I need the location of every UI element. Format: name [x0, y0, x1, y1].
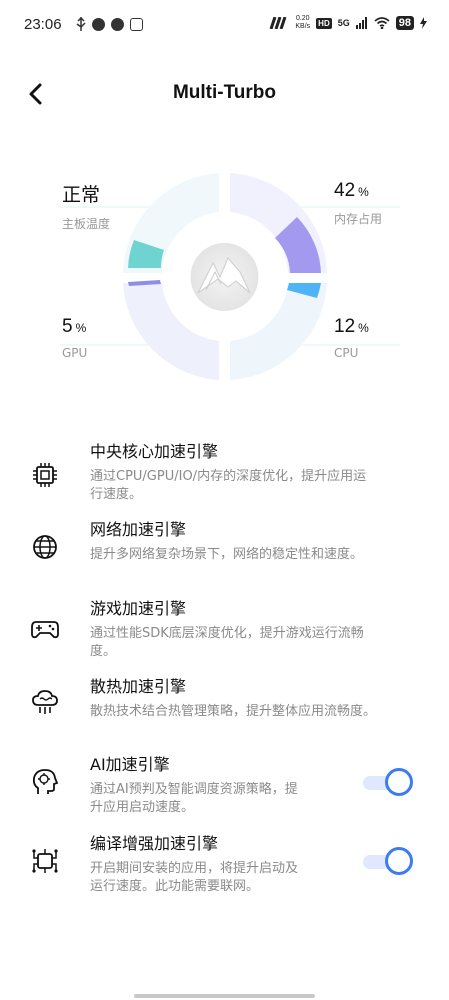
engine-title: AI加速引擎	[90, 755, 170, 774]
engine-desc-line: 行速度。	[90, 487, 143, 502]
gpu-label: GPU	[62, 346, 88, 360]
compile-icon	[32, 849, 58, 873]
net-speed-unit: KB/s	[295, 23, 311, 30]
memory-label: 内存占用	[334, 212, 383, 226]
engine-description: 通过性能SDK底层深度优化，提升游戏运行流畅 度。	[90, 625, 364, 661]
charging-icon	[420, 17, 427, 29]
net-speed: 0.20 KB/s	[295, 15, 310, 31]
board-temp-stat: 正常 主板温度	[62, 180, 110, 232]
signal-bars-icon	[269, 17, 287, 29]
cpu-number: 12	[334, 316, 356, 337]
home-indicator[interactable]	[134, 994, 315, 998]
performance-gauge: 正常 主板温度 42% 内存占用 5% GPU 12% CPU	[0, 160, 449, 390]
ai-engine-toggle[interactable]	[363, 768, 413, 796]
engine-description: 提升多网络复杂场景下，网络的稳定性和速度。	[90, 546, 363, 564]
engine-title: 游戏加速引擎	[90, 599, 187, 618]
compass-icon	[111, 17, 124, 31]
engine-desc-line: 散热技术结合热管理策略，提升整体应用流畅度。	[90, 704, 377, 719]
gpu-stat: 5% GPU	[62, 316, 87, 360]
engine-desc-line: 运行速度。此功能需要联网。	[90, 879, 260, 894]
engine-desc-line: 升应用启动速度。	[90, 800, 195, 815]
memory-value: 42%	[334, 180, 382, 202]
memory-stat: 42% 内存占用	[334, 180, 382, 227]
battery-level: 98	[395, 16, 414, 30]
cpu-chip-icon	[33, 463, 57, 487]
compile-engine-toggle[interactable]	[363, 847, 413, 875]
engine-description: 通过CPU/GPU/IO/内存的深度优化，提升应用运 行速度。	[90, 468, 366, 504]
memory-number: 42	[334, 180, 356, 201]
gpu-number: 5	[62, 316, 73, 337]
engine-title: 网络加速引擎	[90, 520, 187, 539]
gpu-value: 5%	[62, 316, 87, 338]
engine-title: 散热加速引擎	[90, 677, 187, 696]
net-speed-value: 0.20	[295, 15, 310, 22]
gpu-unit: %	[75, 321, 87, 335]
globe-icon	[33, 535, 57, 559]
engine-description: 开启期间安装的应用，将提升启动及 运行速度。此功能需要联网。	[90, 860, 298, 896]
message-icon	[92, 17, 105, 31]
cloud-heat-icon	[32, 690, 58, 714]
engine-desc-line: 度。	[90, 644, 117, 659]
app-icon	[130, 17, 143, 31]
engine-title: 编译增强加速引擎	[90, 834, 219, 853]
status-notification-icons	[76, 17, 143, 31]
ai-head-icon	[32, 769, 59, 794]
engine-desc-line: 通过AI预判及智能调度资源策略，提	[90, 782, 298, 797]
cpu-value: 12%	[334, 316, 369, 338]
page-title: Multi-Turbo	[172, 82, 277, 103]
status-bar: 23:06 0.20 KB/s HD 5G 98	[0, 0, 449, 52]
wifi-icon	[374, 17, 390, 29]
toggle-knob	[385, 768, 413, 796]
status-indicators: 0.20 KB/s HD 5G 98	[269, 15, 427, 31]
cpu-unit: %	[358, 321, 369, 335]
cpu-stat: 12% CPU	[334, 316, 369, 360]
board-temp-label: 主板温度	[62, 217, 111, 231]
status-time: 23:06	[24, 16, 62, 33]
engine-desc-line: 开启期间安装的应用，将提升启动及	[90, 861, 299, 876]
engine-desc-line: 提升多网络复杂场景下，网络的稳定性和速度。	[90, 547, 364, 562]
engine-description: 散热技术结合热管理策略，提升整体应用流畅度。	[90, 703, 376, 721]
engine-desc-line: 通过性能SDK底层深度优化，提升游戏运行流畅	[90, 626, 364, 641]
toggle-knob	[385, 847, 413, 875]
memory-unit: %	[358, 185, 369, 199]
header: Multi-Turbo	[0, 74, 449, 114]
cpu-label: CPU	[334, 346, 359, 360]
board-temp-value: 正常	[62, 185, 101, 206]
engine-description: 通过AI预判及智能调度资源策略，提 升应用启动速度。	[90, 781, 298, 817]
hd-badge: HD	[316, 17, 332, 29]
cell-signal-icon	[355, 17, 367, 29]
gamepad-icon	[31, 621, 59, 639]
engine-title: 中央核心加速引擎	[90, 442, 219, 461]
network-type: 5G	[337, 18, 350, 28]
engine-desc-line: 通过CPU/GPU/IO/内存的深度优化，提升应用运	[90, 469, 367, 484]
usb-icon	[76, 17, 86, 31]
